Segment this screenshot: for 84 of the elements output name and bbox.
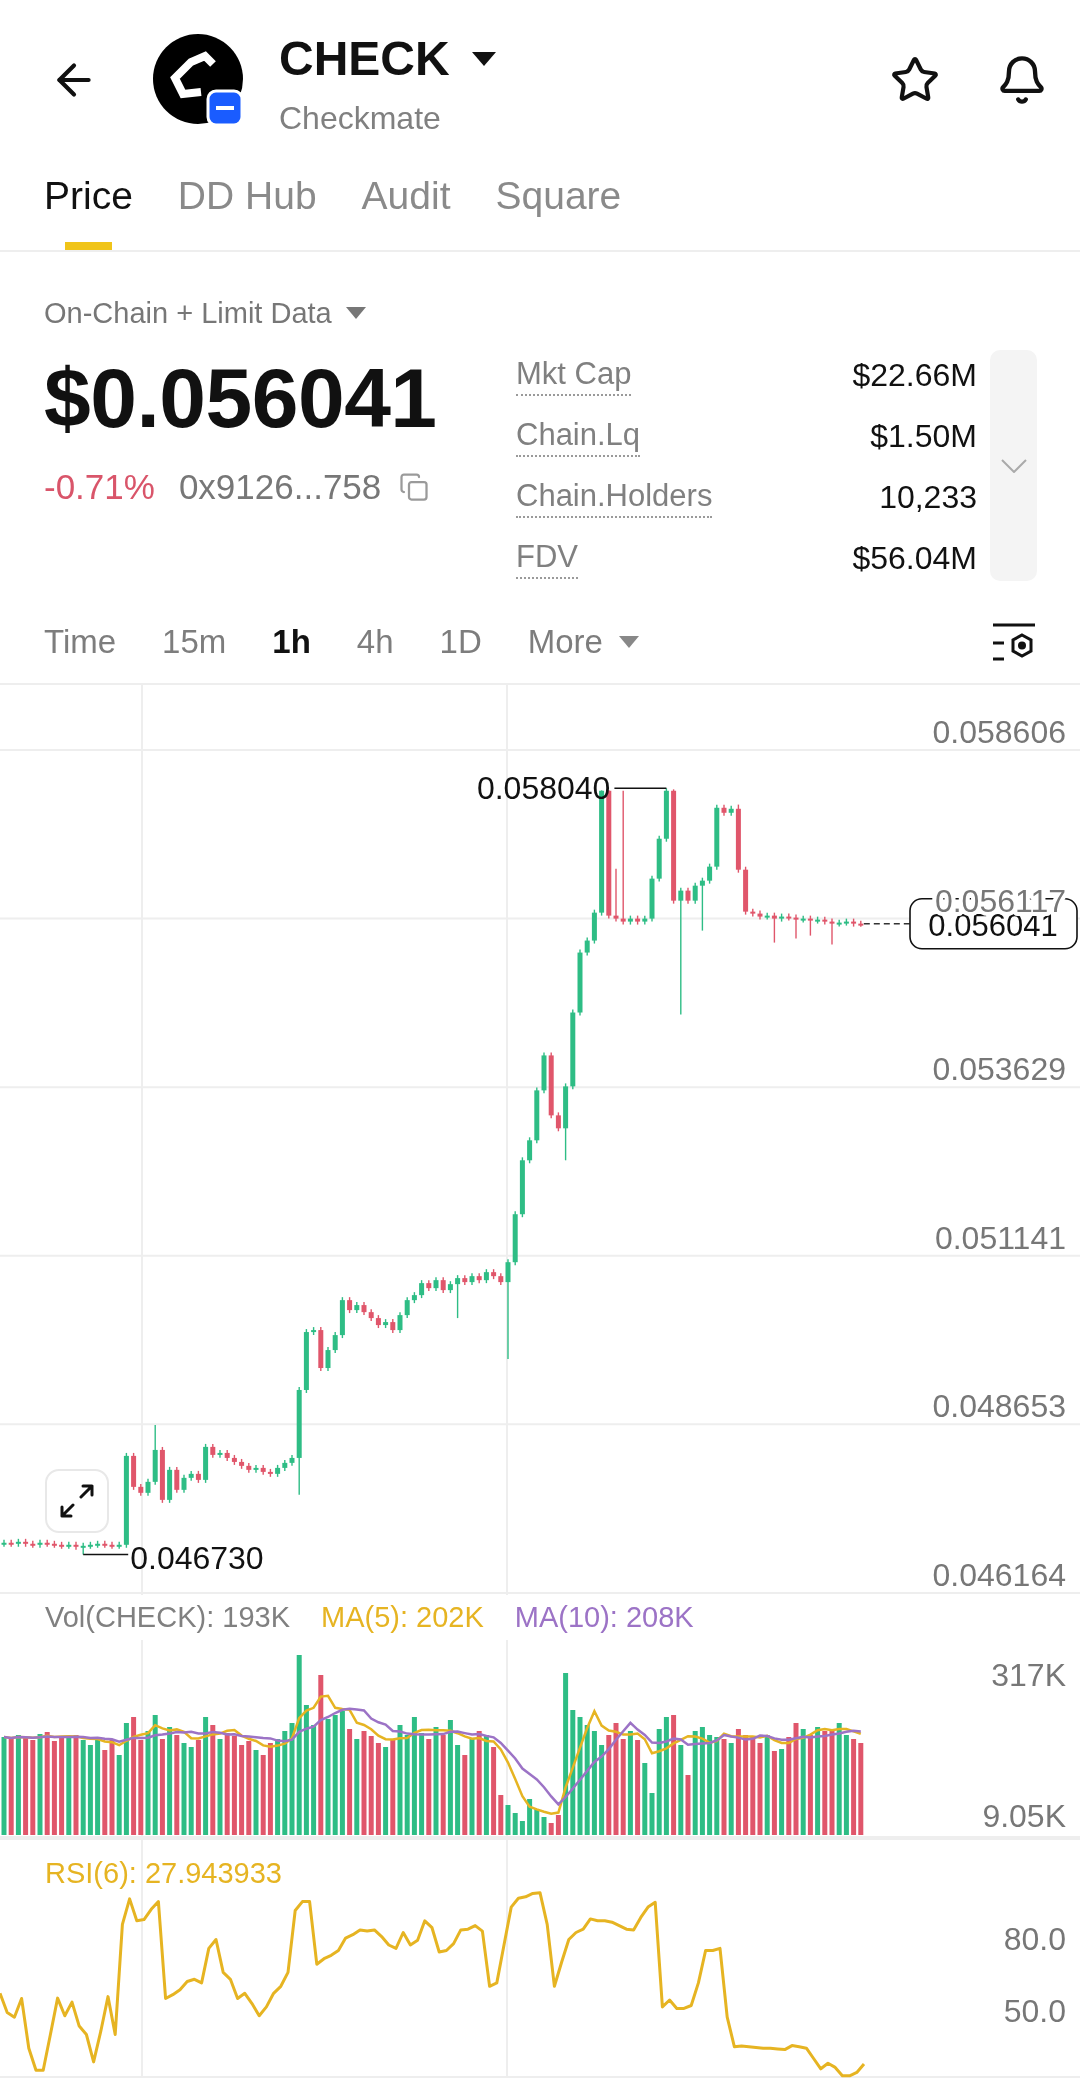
legend-label: MA(10): 208K	[514, 1601, 694, 1634]
token-logo-icon	[153, 34, 245, 126]
price-change: -0.71%	[44, 467, 155, 507]
stat-value: $22.66M	[852, 357, 977, 394]
candlestick	[692, 882, 698, 905]
leader-line	[82, 1553, 129, 1556]
last-price-line	[863, 923, 911, 925]
candlestick	[66, 1541, 72, 1550]
candlestick	[707, 862, 713, 885]
interval-tab[interactable]: 4h	[356, 622, 394, 661]
candlestick	[822, 915, 828, 926]
candlestick	[455, 1274, 461, 1319]
candlestick	[174, 1466, 180, 1494]
stat-value: $1.50M	[870, 418, 977, 455]
stat-label: Chain.Holders	[516, 477, 713, 518]
candlestick	[30, 1540, 36, 1549]
candlestick	[109, 1541, 115, 1550]
candlestick	[613, 867, 619, 923]
token-name: Checkmate	[279, 99, 442, 137]
price-axis-label: 0.053629	[932, 1051, 1066, 1088]
candlestick	[771, 911, 777, 944]
candlestick	[786, 912, 792, 922]
interval-tab[interactable]: 15m	[162, 622, 227, 661]
expand-icon	[60, 1484, 94, 1518]
data-source-dropdown[interactable]: On-Chain + Limit Data	[44, 295, 366, 331]
chevron-down-icon	[1000, 458, 1027, 473]
interval-tab[interactable]: Time	[44, 622, 117, 661]
candlestick	[750, 907, 756, 918]
volume-axis-label: 317K	[991, 1657, 1066, 1693]
leader-line	[613, 787, 668, 790]
tab[interactable]: DD Hub	[177, 160, 317, 250]
candlestick	[642, 914, 648, 926]
high-price-label: 0.058040	[476, 770, 611, 807]
candlestick	[527, 1136, 533, 1164]
candlestick	[555, 1111, 561, 1132]
rsi-legend-label: RSI(6): 27.943933	[45, 1857, 282, 1889]
token-selector[interactable]: CHECK	[279, 31, 496, 87]
candlestick	[620, 790, 626, 926]
candlestick	[253, 1464, 259, 1474]
candlestick	[699, 876, 705, 932]
candlestick	[102, 1540, 108, 1549]
caret-icon	[471, 52, 496, 66]
candlestick	[807, 914, 813, 937]
legend-label: Vol(CHECK): 193K	[45, 1601, 290, 1634]
volume-axis-label: 9.05K	[982, 1798, 1066, 1834]
price-axis-label: 0.058606	[932, 714, 1066, 750]
interval-tab[interactable]: 1D	[439, 622, 482, 661]
interval-tab[interactable]: 1h	[272, 622, 311, 661]
expand-button[interactable]	[45, 1469, 109, 1533]
candlestick	[73, 1541, 79, 1551]
stat-value: $56.04M	[852, 540, 977, 577]
candlestick	[332, 1331, 338, 1354]
price-text: $0.056041	[44, 356, 437, 440]
candlestick	[37, 1539, 43, 1549]
candlestick	[404, 1296, 410, 1319]
tab[interactable]: Audit	[361, 160, 451, 250]
stat-label: Chain.Lq	[516, 416, 641, 457]
candlestick	[325, 1346, 331, 1372]
price-axis-label: 0.046164	[932, 1556, 1066, 1593]
candlestick	[397, 1311, 403, 1334]
caret-icon	[345, 307, 366, 319]
tab[interactable]: Square	[495, 160, 622, 250]
price-axis-label: 0.048653	[932, 1388, 1066, 1425]
low-price-label: 0.046730	[130, 1539, 264, 1576]
candlestick	[678, 886, 684, 1016]
candlestick	[1, 1539, 7, 1548]
copy-icon[interactable]	[399, 472, 430, 502]
stat-label: FDV	[516, 538, 578, 579]
stat-label: Mkt Cap	[516, 355, 632, 396]
more-dropdown[interactable]: More	[527, 622, 639, 661]
price-axis-label: 0.051141	[934, 1219, 1066, 1256]
rsi-axis-label: 50.0	[1003, 1993, 1066, 2029]
legend-label: MA(5): 202K	[321, 1601, 484, 1634]
contract-address: 0x9126...758	[178, 467, 382, 507]
candlestick	[793, 913, 799, 940]
stat-value: 10,233	[879, 479, 977, 516]
candlestick	[829, 917, 835, 946]
caret-icon	[618, 635, 639, 648]
candlestick	[217, 1449, 223, 1459]
candlestick	[505, 1258, 511, 1360]
rsi-axis-label: 80.0	[1003, 1921, 1066, 1957]
chart-settings-icon[interactable]	[991, 621, 1037, 662]
candlestick	[757, 909, 763, 921]
tab[interactable]: Price	[44, 160, 133, 250]
